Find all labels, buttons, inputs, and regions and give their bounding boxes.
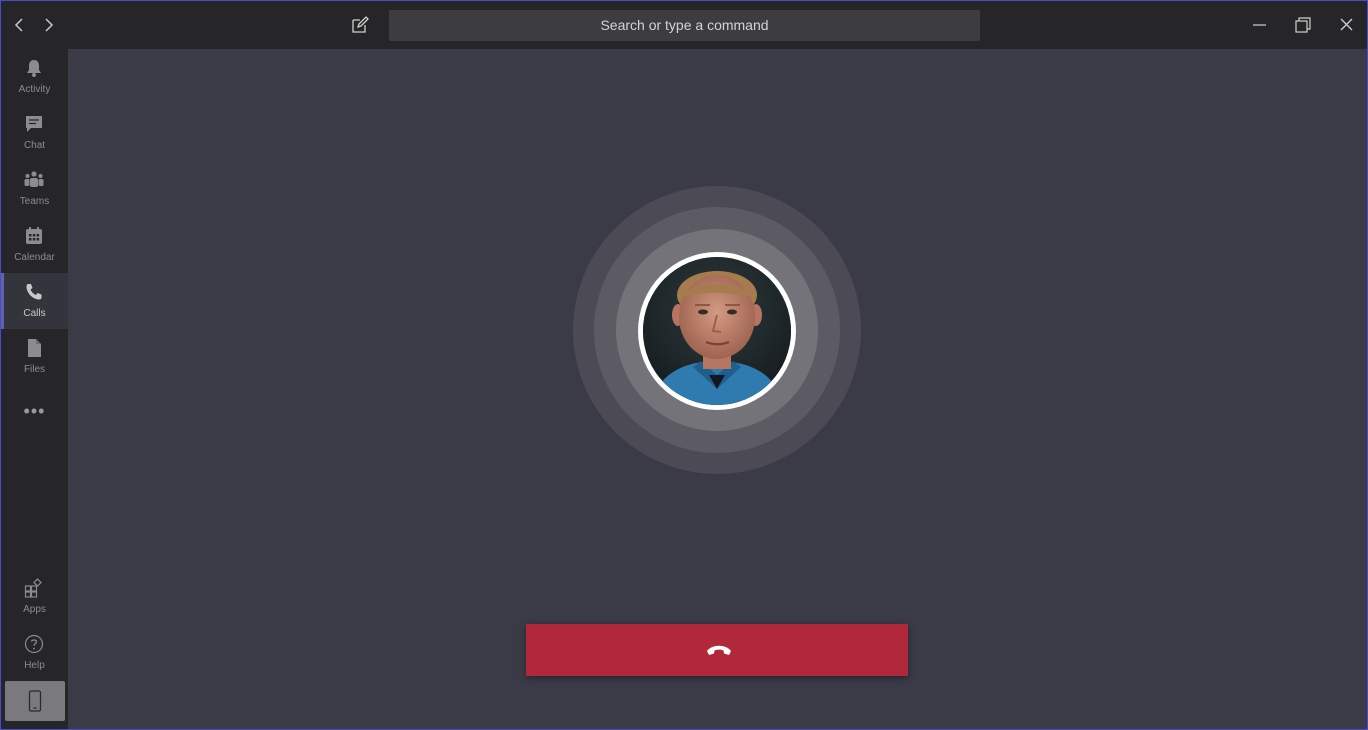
rail-item-label: Teams (19, 196, 50, 207)
calendar-icon (24, 226, 44, 246)
call-stage (68, 49, 1367, 729)
app-rail: Activity Chat Teams Calendar Calls Files… (1, 49, 68, 729)
rail-item-label: Files (23, 364, 46, 375)
rail-item-activity[interactable]: Activity (1, 49, 68, 105)
mobile-device-icon (27, 690, 43, 712)
rail-item-label: Chat (23, 140, 46, 151)
rail-item-chat[interactable]: Chat (1, 105, 68, 161)
title-bar: Search or type a command (1, 1, 1367, 49)
hang-up-button[interactable] (526, 624, 908, 676)
chevron-left-icon[interactable] (10, 15, 30, 35)
search-input[interactable]: Search or type a command (389, 10, 980, 41)
rail-item-label: Help (24, 660, 45, 671)
bell-icon (24, 58, 44, 78)
hang-up-icon (705, 641, 733, 659)
rail-item-teams[interactable]: Teams (1, 161, 68, 217)
active-indicator (1, 273, 4, 329)
phone-icon (24, 282, 44, 302)
file-icon (24, 338, 44, 358)
rail-item-help[interactable]: Help (1, 625, 68, 681)
apps-icon (24, 578, 44, 598)
close-icon[interactable] (1337, 15, 1357, 35)
more-apps-icon[interactable]: ••• (1, 401, 68, 422)
restore-icon[interactable] (1293, 15, 1313, 35)
minimize-icon[interactable] (1250, 15, 1270, 35)
rail-item-calendar[interactable]: Calendar (1, 217, 68, 273)
rail-item-files[interactable]: Files (1, 329, 68, 385)
rail-item-label: Apps (23, 604, 46, 615)
mobile-device-button[interactable] (5, 681, 65, 721)
chat-icon (24, 114, 44, 134)
help-icon (24, 634, 44, 654)
rail-item-label: Calls (23, 308, 46, 319)
caller-avatar-frame (638, 252, 796, 410)
rail-item-label: Calendar (14, 252, 55, 263)
compose-icon[interactable] (351, 16, 371, 36)
rail-item-apps[interactable]: Apps (1, 569, 68, 625)
chevron-right-icon[interactable] (38, 15, 58, 35)
avatar (643, 257, 791, 405)
teams-icon (24, 170, 44, 190)
rail-item-label: Activity (18, 84, 51, 95)
rail-item-calls[interactable]: Calls (1, 273, 68, 329)
